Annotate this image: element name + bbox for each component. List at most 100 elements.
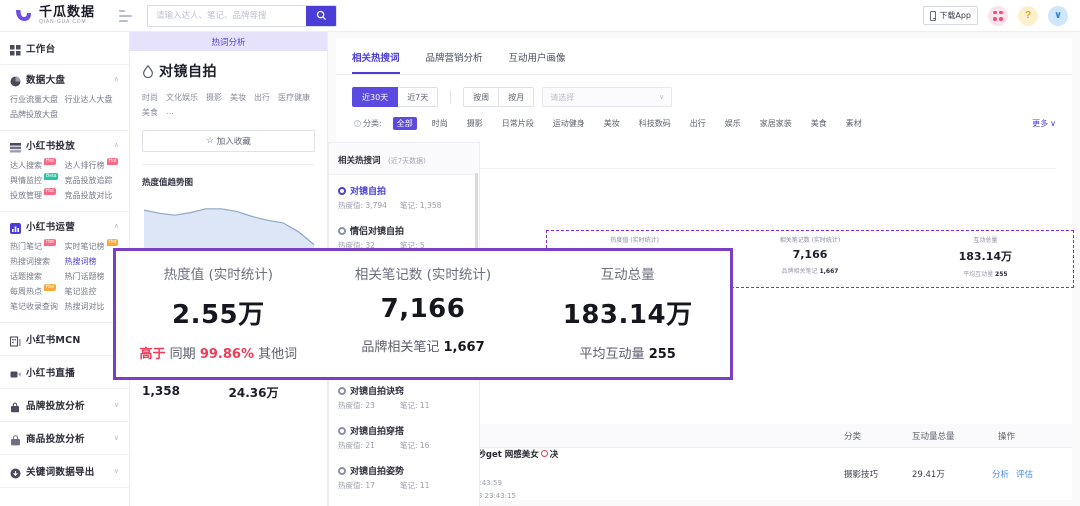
sidebar-link[interactable]: 品牌投放大盘: [10, 107, 65, 122]
tab-related-keywords[interactable]: 相关热搜词: [352, 50, 400, 74]
sidebar-link[interactable]: 笔记监控: [65, 284, 120, 299]
keyword-tag[interactable]: 出行: [254, 92, 270, 103]
help-icon[interactable]: ?: [1018, 5, 1038, 26]
sidebar-link[interactable]: 话题搜索: [10, 269, 65, 284]
keyword-label: 对镜自拍诀窍: [350, 387, 405, 397]
sidebar-link-label: 热搜词榜: [64, 257, 97, 266]
category-chip-all[interactable]: 全部: [392, 117, 417, 130]
tab-user-profile[interactable]: 互动用户画像: [509, 50, 566, 74]
metric-label: 热度值 (实时统计): [163, 267, 273, 283]
sidebar-link-label: 热搜词对比: [64, 302, 105, 311]
sidebar-link[interactable]: 每周热点 Hot: [10, 284, 65, 299]
sidebar-link-label: 行业达人大盘: [64, 95, 113, 104]
category-chip[interactable]: 时尚: [428, 117, 452, 130]
list-item[interactable]: 对镜自拍姿势 热度值: 17 笔记: 11: [338, 457, 470, 497]
range-30-days[interactable]: 近30天: [352, 87, 399, 107]
hot-badge: Hot: [44, 188, 56, 195]
category-chip[interactable]: 出行: [686, 117, 710, 130]
sidebar-link-label: 热门笔记: [10, 242, 42, 251]
keyword-metrics: 热度值: 17 笔记: 11: [338, 480, 470, 491]
logo[interactable]: 千瓜数据 QIAN-GUA.COM: [14, 6, 95, 26]
sidebar-item-brand-analysis[interactable]: 品牌投放分析 ∨: [0, 389, 129, 422]
sidebar-item-label: 小红书直播: [26, 368, 76, 379]
keyword-metrics: 热度值: 3,794 笔记: 1,358: [338, 200, 470, 211]
granularity-month[interactable]: 按月: [499, 87, 535, 107]
callout-metric-engagement: 互动总量 183.14万 平均互动量 255: [525, 251, 730, 377]
keyword-tag-more[interactable]: …: [166, 107, 174, 118]
sidebar-link[interactable]: 热搜词对比: [65, 299, 120, 314]
category-chip[interactable]: 科技数码: [635, 117, 675, 130]
cell-actions: 分析 评估: [992, 468, 1033, 480]
sidebar-item-mcn[interactable]: 小红书MCN ∨: [0, 323, 129, 356]
download-app-label: 下载App: [939, 11, 971, 20]
keyword-tag[interactable]: 摄影: [206, 92, 222, 103]
list-item[interactable]: 对镜自拍穿搭 热度值: 21 笔记: 16: [338, 417, 470, 457]
category-chip[interactable]: 素材: [842, 117, 866, 130]
analyze-link[interactable]: 分析: [992, 468, 1009, 480]
sidebar-link[interactable]: 舆情监控 Beta: [10, 173, 65, 188]
info-icon[interactable]: ?: [354, 120, 361, 127]
sidebar-item-workbench[interactable]: 工作台: [0, 32, 129, 65]
sidebar-link[interactable]: 热搜词搜索: [10, 254, 65, 269]
keyword-tag[interactable]: 文化娱乐: [166, 92, 198, 103]
sidebar-group-header[interactable]: 小红书投放 ∧: [10, 138, 119, 152]
keyword-tag[interactable]: 时尚: [142, 92, 158, 103]
sidebar-group-header[interactable]: 数据大盘 ∧: [10, 72, 119, 86]
logo-title: 千瓜数据: [39, 5, 96, 20]
list-item[interactable]: 对镜自拍 热度值: 3,794 笔记: 1,358: [338, 177, 470, 217]
user-account-icon[interactable]: ∨: [1048, 5, 1068, 26]
sidebar-link-label: 竞品投放追踪: [64, 176, 113, 185]
sidebar-group-xhs-placement: 小红书投放 ∧ 达人搜索 Hot 达人排行榜 Hot 舆情监控 Beta 竞品投放追踪…: [0, 131, 129, 212]
sidebar-link[interactable]: 行业达人大盘: [65, 92, 120, 107]
apps-grid-icon[interactable]: [988, 5, 1008, 26]
granularity-week[interactable]: 按周: [463, 87, 500, 107]
sidebar-link[interactable]: 达人排行榜 Hot: [65, 158, 120, 173]
sidebar-item-hot-keyword-rank[interactable]: 热搜词榜: [65, 254, 120, 269]
search-button[interactable]: [306, 5, 337, 26]
category-chip[interactable]: 娱乐: [721, 117, 745, 130]
brand-logo-icon: [14, 6, 34, 26]
sidebar-link[interactable]: 竞品投放对比: [65, 188, 120, 203]
category-chip[interactable]: 家居家装: [756, 117, 796, 130]
sidebar-group-header[interactable]: 小红书运营 ∧: [10, 219, 119, 234]
category-chip[interactable]: 日常片段: [498, 117, 538, 130]
sidebar-link-label: 笔记监控: [64, 287, 97, 296]
range-7-days[interactable]: 近7天: [398, 87, 439, 107]
sidebar-link-label: 投放管理: [10, 191, 42, 200]
add-favorite-button[interactable]: ☆ 加入收藏: [142, 130, 315, 152]
download-app-button[interactable]: 下载App: [923, 6, 978, 25]
keyword-tag[interactable]: 医疗健康: [278, 92, 310, 103]
sidebar-item-keyword-export[interactable]: 关键词数据导出 ∨: [0, 455, 129, 488]
period-select[interactable]: 请选择 ∨: [542, 87, 673, 107]
keyword-list-header: 相关热搜词 (近7天数据): [329, 143, 479, 175]
sidebar-link[interactable]: 笔记收录查询: [10, 299, 65, 314]
sidebar-item-live[interactable]: 小红书直播 ∨: [0, 356, 129, 389]
category-chip[interactable]: 摄影: [463, 117, 487, 130]
evaluate-link[interactable]: 评估: [1016, 468, 1033, 480]
category-chip[interactable]: 运动健身: [549, 117, 589, 130]
category-chip[interactable]: 美妆: [600, 117, 624, 130]
keyword-tag[interactable]: 美食: [142, 107, 158, 118]
sidebar-link[interactable]: 竞品投放追踪: [65, 173, 120, 188]
keyword-name-row: 对镜自拍诀窍: [338, 384, 470, 397]
list-item[interactable]: 对镜自拍诀窍 热度值: 23 笔记: 11: [338, 377, 470, 417]
sidebar-item-product-analysis[interactable]: 商品投放分析 ∨: [0, 422, 129, 455]
keyword-title-row: 对镜自拍: [142, 61, 315, 81]
tab-brand-marketing[interactable]: 品牌营销分析: [426, 50, 483, 74]
sidebar-link[interactable]: 行业流量大盘: [10, 92, 65, 107]
sidebar-link[interactable]: 实时笔记榜 Hot: [65, 239, 120, 254]
sidebar-link[interactable]: 热门话题榜: [65, 269, 120, 284]
category-chip[interactable]: 美食: [807, 117, 831, 130]
show-more-categories[interactable]: 更多 ∨: [1032, 118, 1056, 129]
category-menu-icon[interactable]: [119, 9, 133, 22]
sidebar-link[interactable]: 热门笔记 Hot: [10, 239, 65, 254]
sidebar-link[interactable]: 投放管理 Hot: [10, 188, 65, 203]
keyword-notes: 笔记: 11: [400, 481, 430, 490]
sidebar-link[interactable]: 达人搜索 Hot: [10, 158, 65, 173]
column-header-engagement: 互动量总量: [912, 431, 955, 442]
search-input[interactable]: [148, 5, 307, 26]
keyword-tag[interactable]: 美妆: [230, 92, 246, 103]
global-search[interactable]: [147, 4, 338, 27]
sidebar-link-label: 达人搜索: [10, 161, 42, 170]
sidebar-group-title: 数据大盘: [26, 75, 66, 86]
